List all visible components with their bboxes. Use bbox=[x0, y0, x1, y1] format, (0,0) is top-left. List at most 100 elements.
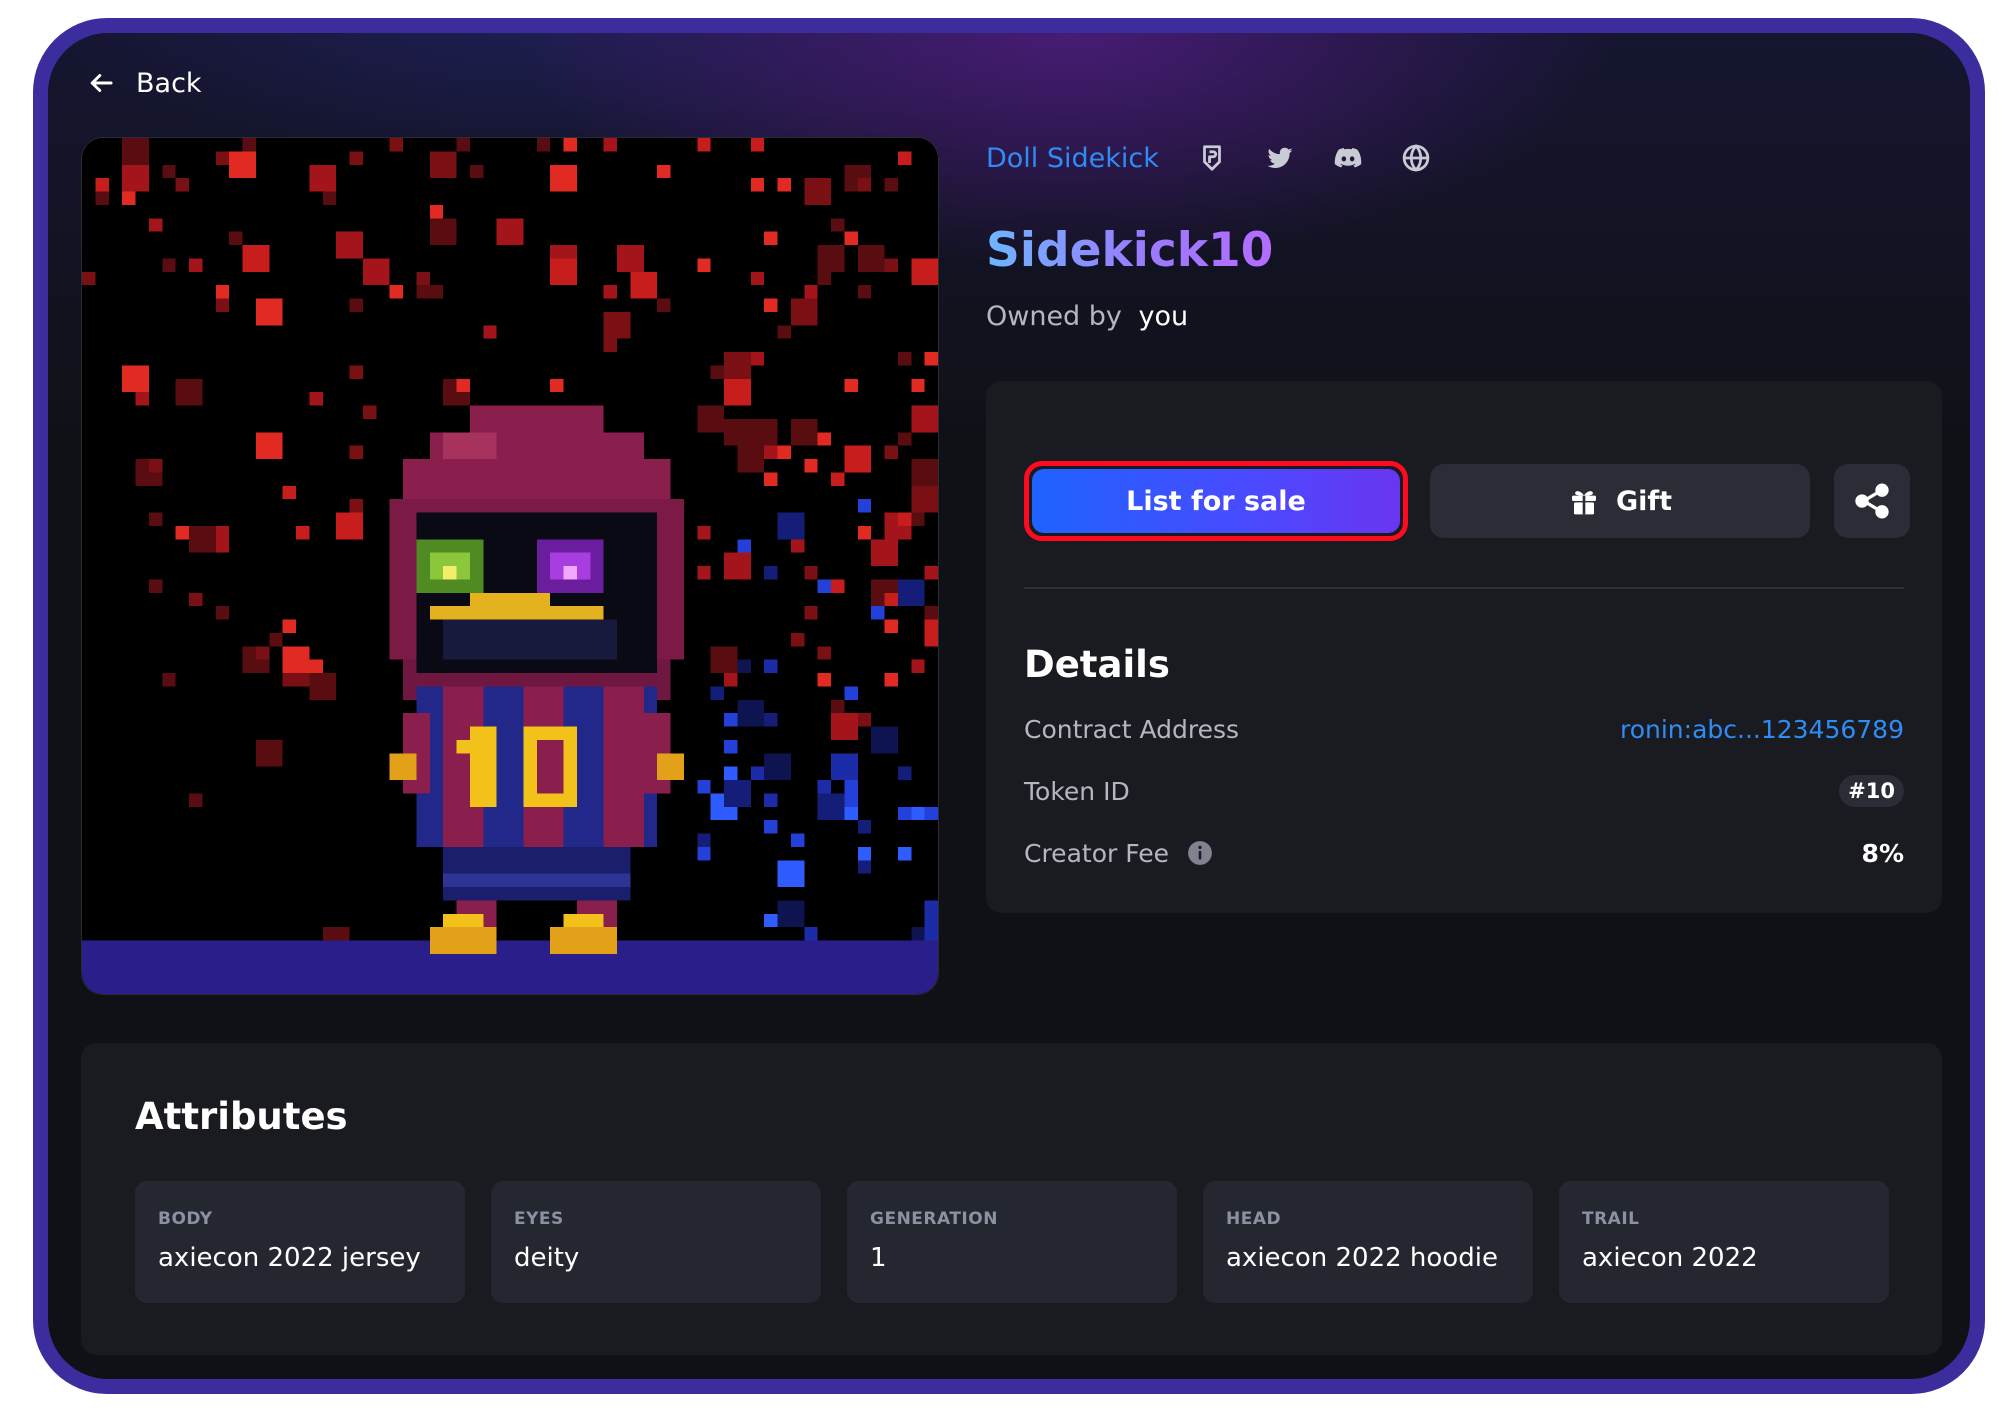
attribute-label: BODY bbox=[158, 1209, 213, 1229]
list-for-sale-button[interactable]: List for sale bbox=[1024, 461, 1408, 541]
action-buttons: List for sale Gift bbox=[1024, 461, 1910, 541]
art-particle bbox=[215, 285, 230, 299]
art-particle bbox=[148, 459, 163, 473]
art-particle bbox=[844, 231, 858, 245]
art-particle bbox=[857, 860, 872, 874]
art-particle bbox=[737, 539, 751, 553]
attribute-label: HEAD bbox=[1226, 1209, 1282, 1229]
art-particle bbox=[336, 512, 363, 540]
art-particle bbox=[804, 459, 818, 473]
art-particle bbox=[924, 927, 938, 941]
art-particle bbox=[724, 673, 738, 687]
art-particle bbox=[550, 164, 577, 192]
art-particle bbox=[857, 713, 872, 727]
art-particle bbox=[657, 298, 671, 312]
art-particle bbox=[764, 913, 778, 928]
attribute-value: axiecon 2022 bbox=[1582, 1243, 1758, 1273]
art-particle bbox=[362, 258, 390, 286]
art-particle bbox=[764, 231, 778, 245]
owner-link[interactable]: you bbox=[1139, 301, 1189, 332]
details-title: Details bbox=[1024, 643, 1170, 686]
art-particle bbox=[897, 512, 912, 526]
art-particle bbox=[790, 632, 805, 647]
art-particle bbox=[831, 753, 858, 780]
art-particle bbox=[215, 298, 230, 312]
art-particle bbox=[603, 285, 617, 299]
art-particle bbox=[884, 673, 898, 687]
art-particle bbox=[429, 285, 444, 299]
art-particle bbox=[550, 378, 564, 393]
art-particle bbox=[282, 646, 310, 673]
art-particle bbox=[911, 378, 925, 393]
art-particle bbox=[764, 298, 778, 312]
art-particle bbox=[750, 352, 765, 366]
art-particle bbox=[724, 713, 738, 727]
ronin-shield-icon[interactable] bbox=[1195, 141, 1229, 175]
art-particle bbox=[282, 619, 296, 633]
contract-address-link[interactable]: ronin:abc...123456789 bbox=[1620, 715, 1904, 744]
art-particle bbox=[804, 606, 818, 620]
owned-by-label: Owned by bbox=[986, 301, 1122, 332]
back-button[interactable]: Back bbox=[86, 53, 202, 113]
art-particle bbox=[857, 846, 872, 861]
art-particle bbox=[737, 659, 751, 673]
art-particle bbox=[309, 392, 323, 406]
art-particle bbox=[844, 793, 858, 807]
art-particle bbox=[496, 218, 524, 245]
attributes-section: Attributes BODY axiecon 2022 jersey EYES… bbox=[81, 1043, 1942, 1355]
gift-button[interactable]: Gift bbox=[1430, 464, 1810, 538]
art-particle bbox=[831, 579, 845, 593]
art-particle bbox=[215, 606, 230, 620]
globe-icon[interactable] bbox=[1399, 141, 1433, 175]
art-particle bbox=[603, 311, 631, 339]
art-particle bbox=[122, 191, 136, 205]
attribute-value: axiecon 2022 jersey bbox=[158, 1243, 421, 1273]
art-particle bbox=[911, 927, 925, 941]
art-particle bbox=[469, 164, 484, 179]
art-particle bbox=[911, 405, 938, 433]
art-particle bbox=[884, 258, 898, 272]
art-particle bbox=[215, 151, 230, 165]
art-particle bbox=[750, 418, 778, 446]
creator-fee-value: 8% bbox=[1861, 838, 1904, 868]
art-particle bbox=[777, 512, 805, 540]
art-particle bbox=[777, 325, 791, 339]
art-particle bbox=[817, 579, 831, 593]
art-particle bbox=[911, 806, 925, 821]
art-particle bbox=[550, 258, 577, 286]
art-particle bbox=[309, 673, 337, 700]
nft-title: Sidekick10 bbox=[986, 223, 1274, 278]
art-particle bbox=[750, 178, 765, 192]
art-particle bbox=[429, 151, 457, 179]
art-particle bbox=[322, 191, 337, 205]
creator-fee-label: Creator Fee bbox=[1024, 838, 1169, 868]
art-particle bbox=[804, 927, 818, 941]
art-particle bbox=[229, 151, 256, 179]
art-particle bbox=[148, 579, 163, 593]
owned-by: Owned by you bbox=[986, 301, 1942, 332]
collection-link[interactable]: Doll Sidekick bbox=[986, 143, 1159, 174]
arrow-left-icon bbox=[90, 74, 113, 92]
art-particle bbox=[924, 606, 938, 620]
art-particle bbox=[817, 646, 831, 660]
share-button[interactable] bbox=[1834, 464, 1910, 538]
art-particle bbox=[189, 525, 216, 553]
art-particle bbox=[817, 432, 831, 446]
art-particle bbox=[697, 525, 711, 540]
attribute-label: TRAIL bbox=[1582, 1209, 1640, 1229]
art-particle bbox=[697, 258, 711, 272]
twitter-icon[interactable] bbox=[1263, 141, 1297, 175]
art-particle bbox=[897, 806, 912, 821]
art-particle bbox=[456, 378, 470, 393]
art-particle bbox=[817, 271, 831, 286]
contract-address-label: Contract Address bbox=[1024, 714, 1240, 744]
art-particle bbox=[710, 686, 724, 700]
art-particle bbox=[189, 793, 203, 807]
discord-icon[interactable] bbox=[1331, 141, 1365, 175]
art-particle bbox=[135, 392, 149, 406]
art-particle bbox=[162, 164, 176, 179]
detail-row-contract: Contract Address ronin:abc...123456789 bbox=[1024, 709, 1904, 749]
art-particle bbox=[309, 164, 337, 192]
info-icon[interactable] bbox=[1187, 840, 1213, 866]
art-particle bbox=[389, 285, 403, 299]
